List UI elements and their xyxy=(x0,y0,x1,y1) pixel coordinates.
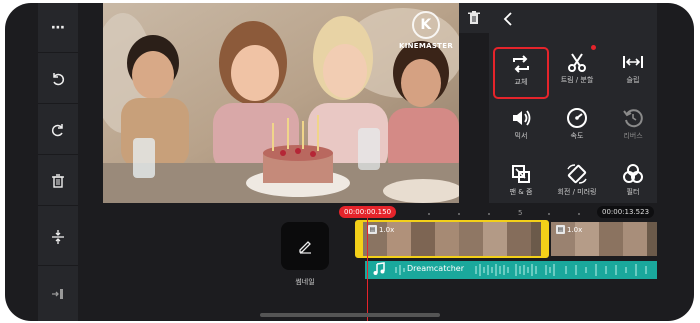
jump-to-end-icon xyxy=(52,289,63,299)
pan-zoom-label: 팬 & 줌 xyxy=(509,188,533,196)
ruler-mark: 5 xyxy=(518,209,523,217)
mixer-label: 믹서 xyxy=(514,132,528,140)
music-note-icon xyxy=(373,262,385,275)
rotate-mirror-tool[interactable]: 회전 / 미러링 xyxy=(549,159,605,211)
filter-tool[interactable]: 필터 xyxy=(605,159,661,211)
delete-layer-button[interactable] xyxy=(459,3,489,33)
rotate-icon xyxy=(567,164,587,184)
expand-vertical-icon xyxy=(52,229,64,244)
pencil-icon xyxy=(299,241,311,254)
replace-tool[interactable]: 교체 xyxy=(493,47,549,99)
slip-tool[interactable]: 슬립 xyxy=(605,47,661,99)
ruler-tick xyxy=(428,213,430,215)
speed-tool[interactable]: 속도 xyxy=(549,103,605,155)
undo-icon xyxy=(53,72,65,85)
clip2-speed: 1.0x xyxy=(567,225,583,234)
watermark-text: KINEMASTER xyxy=(398,42,454,50)
pan-zoom-tool[interactable]: 팬 & 줌 xyxy=(493,159,549,211)
reverse-icon xyxy=(623,109,643,128)
video-preview[interactable]: K KINEMASTER xyxy=(103,3,459,203)
trim-split-label: 트림 / 분할 xyxy=(560,76,594,84)
clip-edit-panel: 교체 트림 / 분할 슬립 믹서 속도 리버스 팬 & 줌 회전 / 미러링 필… xyxy=(489,3,657,203)
filter-icon xyxy=(623,164,643,183)
home-indicator xyxy=(260,313,440,317)
undo-button[interactable] xyxy=(38,54,78,104)
replace-label: 교체 xyxy=(514,78,528,86)
audio-title: Dreamcatcher xyxy=(407,264,465,273)
new-badge-dot xyxy=(591,45,596,50)
slip-icon xyxy=(623,56,643,68)
clip-frame xyxy=(623,222,647,256)
thumbnail-label: 썸네일 xyxy=(295,278,315,286)
reverse-tool[interactable]: 리버스 xyxy=(605,103,661,155)
timeline-expand-button[interactable] xyxy=(38,208,78,266)
end-timecode: 00:00:13.523 xyxy=(597,206,655,218)
delete-button[interactable] xyxy=(38,156,78,206)
video-clip-2[interactable]: ▤ 1.0x xyxy=(551,222,657,256)
playhead[interactable] xyxy=(367,216,368,321)
filter-label: 필터 xyxy=(626,188,640,196)
speedometer-icon xyxy=(567,108,587,128)
selected-clip-border[interactable] xyxy=(355,220,549,258)
speed-label: 속도 xyxy=(570,132,584,140)
thumbnail-button[interactable] xyxy=(281,222,329,270)
clip-speed-badge: ▤ 1.0x xyxy=(556,225,582,234)
mixer-tool[interactable]: 믹서 xyxy=(493,103,549,155)
left-toolbar: ⋯ xyxy=(38,3,78,321)
ruler-tick xyxy=(458,213,460,215)
ruler-tick xyxy=(488,213,490,215)
clip-frame xyxy=(599,222,623,256)
replace-icon xyxy=(513,55,529,73)
slip-label: 슬립 xyxy=(626,76,640,84)
device-frame: ⋯ K KINEMASTER 교체 트림 / 분할 슬립 믹서 속도 리버스 팬… xyxy=(5,3,694,321)
speaker-icon xyxy=(513,110,531,126)
reverse-label: 리버스 xyxy=(623,132,643,140)
kinemaster-watermark: K KINEMASTER xyxy=(397,11,455,50)
rotate-mirror-label: 회전 / 미러링 xyxy=(557,188,597,196)
go-to-end-button[interactable] xyxy=(38,267,78,321)
trash-icon xyxy=(52,173,64,188)
pan-zoom-icon xyxy=(512,165,530,183)
more-icon: ⋯ xyxy=(51,19,65,36)
trim-split-tool[interactable]: 트림 / 분할 xyxy=(549,47,605,99)
kinemaster-logo-icon: K xyxy=(412,11,440,39)
back-chevron-icon[interactable] xyxy=(503,11,513,30)
redo-icon xyxy=(51,123,63,136)
redo-button[interactable] xyxy=(38,105,78,155)
scissors-icon xyxy=(568,53,586,72)
ruler-tick xyxy=(548,213,550,215)
trash-icon xyxy=(468,11,480,24)
more-button[interactable]: ⋯ xyxy=(38,3,78,53)
ruler-tick xyxy=(578,213,580,215)
clip-icon: ▤ xyxy=(556,225,565,234)
